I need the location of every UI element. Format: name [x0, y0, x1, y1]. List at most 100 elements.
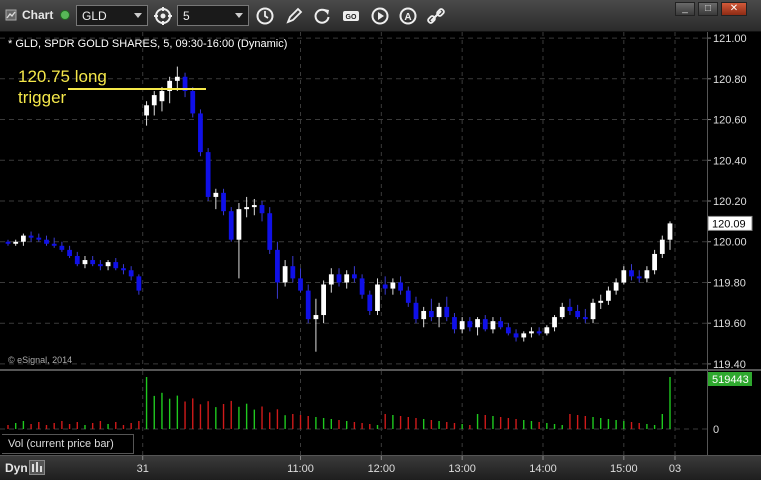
trigger-annotation-line2: trigger — [18, 88, 67, 107]
window-title: Chart — [22, 8, 54, 22]
candle-body — [313, 315, 319, 320]
link-icon[interactable] — [425, 5, 447, 27]
study-icon[interactable]: GO — [340, 5, 362, 27]
refresh-clock-icon[interactable] — [254, 5, 276, 27]
candle-body — [390, 282, 396, 289]
candle-body — [382, 284, 388, 289]
candle-body — [336, 274, 342, 283]
candle-body — [436, 306, 442, 318]
price-tick-label: 120.20 — [713, 196, 747, 208]
candle-body — [328, 274, 334, 285]
candle-body — [198, 113, 203, 153]
candle-body — [367, 294, 373, 311]
candle-body — [59, 245, 65, 250]
candle-body — [428, 310, 434, 318]
candle-body — [398, 282, 403, 291]
svg-text:A: A — [404, 12, 411, 23]
time-axis: 31 11:00 12:00 13:00 14:00 15:00 03 — [137, 456, 681, 475]
candle-body — [5, 241, 11, 244]
candle-body — [413, 302, 419, 320]
candle-body — [105, 262, 111, 267]
time-tick-label: 03 — [669, 463, 681, 475]
cycle-icon[interactable] — [152, 5, 174, 27]
rotate-icon[interactable] — [311, 5, 333, 27]
candle-body — [290, 266, 296, 279]
time-axis-bar: Dyn 31 11:00 12:00 13:00 14:00 15:00 03 — [0, 455, 761, 480]
candle-body — [228, 211, 234, 240]
candle-body — [90, 260, 96, 265]
candle-body — [452, 317, 457, 330]
candle-body — [44, 239, 49, 244]
volume-tick-label: 0 — [713, 424, 719, 436]
candle-body — [267, 213, 273, 250]
time-tick-label: 15:00 — [610, 463, 638, 475]
candle-body — [221, 192, 226, 212]
price-tick-label: 120.00 — [713, 237, 747, 249]
price-tick-label: 120.80 — [713, 74, 747, 86]
candle-body — [652, 253, 657, 271]
candle-body — [259, 205, 265, 214]
price-chart[interactable]: 121.00 120.80 120.60 120.40 120.20 120.00 119.… — [0, 32, 761, 370]
time-tick-label: 31 — [137, 463, 149, 475]
candle-body — [405, 290, 411, 303]
symbol-value: GLD — [82, 9, 107, 23]
candle-body — [490, 321, 496, 330]
candle-body — [213, 192, 219, 197]
volume-legend[interactable]: Vol (current price bar) — [2, 434, 134, 454]
candle-body — [529, 331, 534, 334]
time-tick-label: 14:00 — [529, 463, 557, 475]
chevron-down-icon[interactable] — [134, 13, 142, 18]
candle-body — [74, 255, 80, 265]
candle-body — [359, 278, 365, 295]
candle-body — [28, 235, 34, 238]
candle-body — [282, 266, 288, 283]
candle-body — [244, 207, 250, 210]
candle-body — [629, 270, 634, 277]
time-tick-label: 12:00 — [368, 463, 396, 475]
close-button[interactable]: ✕ — [721, 2, 747, 16]
candle-body — [236, 209, 242, 240]
play-icon[interactable] — [369, 5, 391, 27]
candle-body — [598, 300, 604, 303]
trigger-annotation[interactable]: 120.75 long trigger — [18, 66, 107, 108]
candle-body — [544, 327, 550, 334]
maximize-button[interactable]: □ — [698, 2, 718, 16]
candle-body — [606, 290, 611, 301]
symbol-input[interactable]: GLD — [76, 5, 148, 26]
candle-body — [305, 290, 311, 320]
candle-body — [636, 276, 642, 279]
chevron-down-icon[interactable] — [235, 13, 243, 18]
candle-body — [321, 284, 326, 316]
candle-body — [444, 306, 450, 318]
time-tick-label: 13:00 — [448, 463, 476, 475]
candle-body — [498, 321, 504, 328]
candle-body — [275, 249, 280, 283]
candle-body — [482, 319, 488, 330]
candle-body — [151, 95, 157, 106]
minimize-button[interactable]: _ — [675, 2, 695, 16]
candle-body — [51, 243, 57, 246]
candle-body — [298, 278, 303, 291]
candle-body — [421, 310, 427, 320]
price-tick-label: 120.40 — [713, 155, 747, 167]
interval-input[interactable]: 5 — [177, 5, 249, 26]
font-a-icon[interactable]: A — [397, 5, 419, 27]
candle-body — [667, 223, 673, 240]
candle-body — [459, 321, 465, 330]
svg-text:GO: GO — [346, 14, 357, 21]
candle-body — [159, 91, 165, 102]
watermark: © eSignal, 2014 — [8, 355, 73, 365]
candle-body — [621, 270, 627, 283]
candle-body — [67, 249, 72, 256]
pencil-icon[interactable] — [283, 5, 305, 27]
candle-body — [344, 274, 350, 283]
candle-body — [82, 260, 88, 265]
candle-body — [144, 105, 149, 116]
candle-body — [190, 91, 196, 114]
candle-body — [352, 274, 357, 279]
candle-body — [21, 235, 26, 242]
trigger-annotation-line1: 120.75 long — [18, 67, 107, 86]
candle-body — [205, 152, 211, 197]
candle-body — [613, 282, 619, 291]
candle-body — [97, 264, 103, 267]
